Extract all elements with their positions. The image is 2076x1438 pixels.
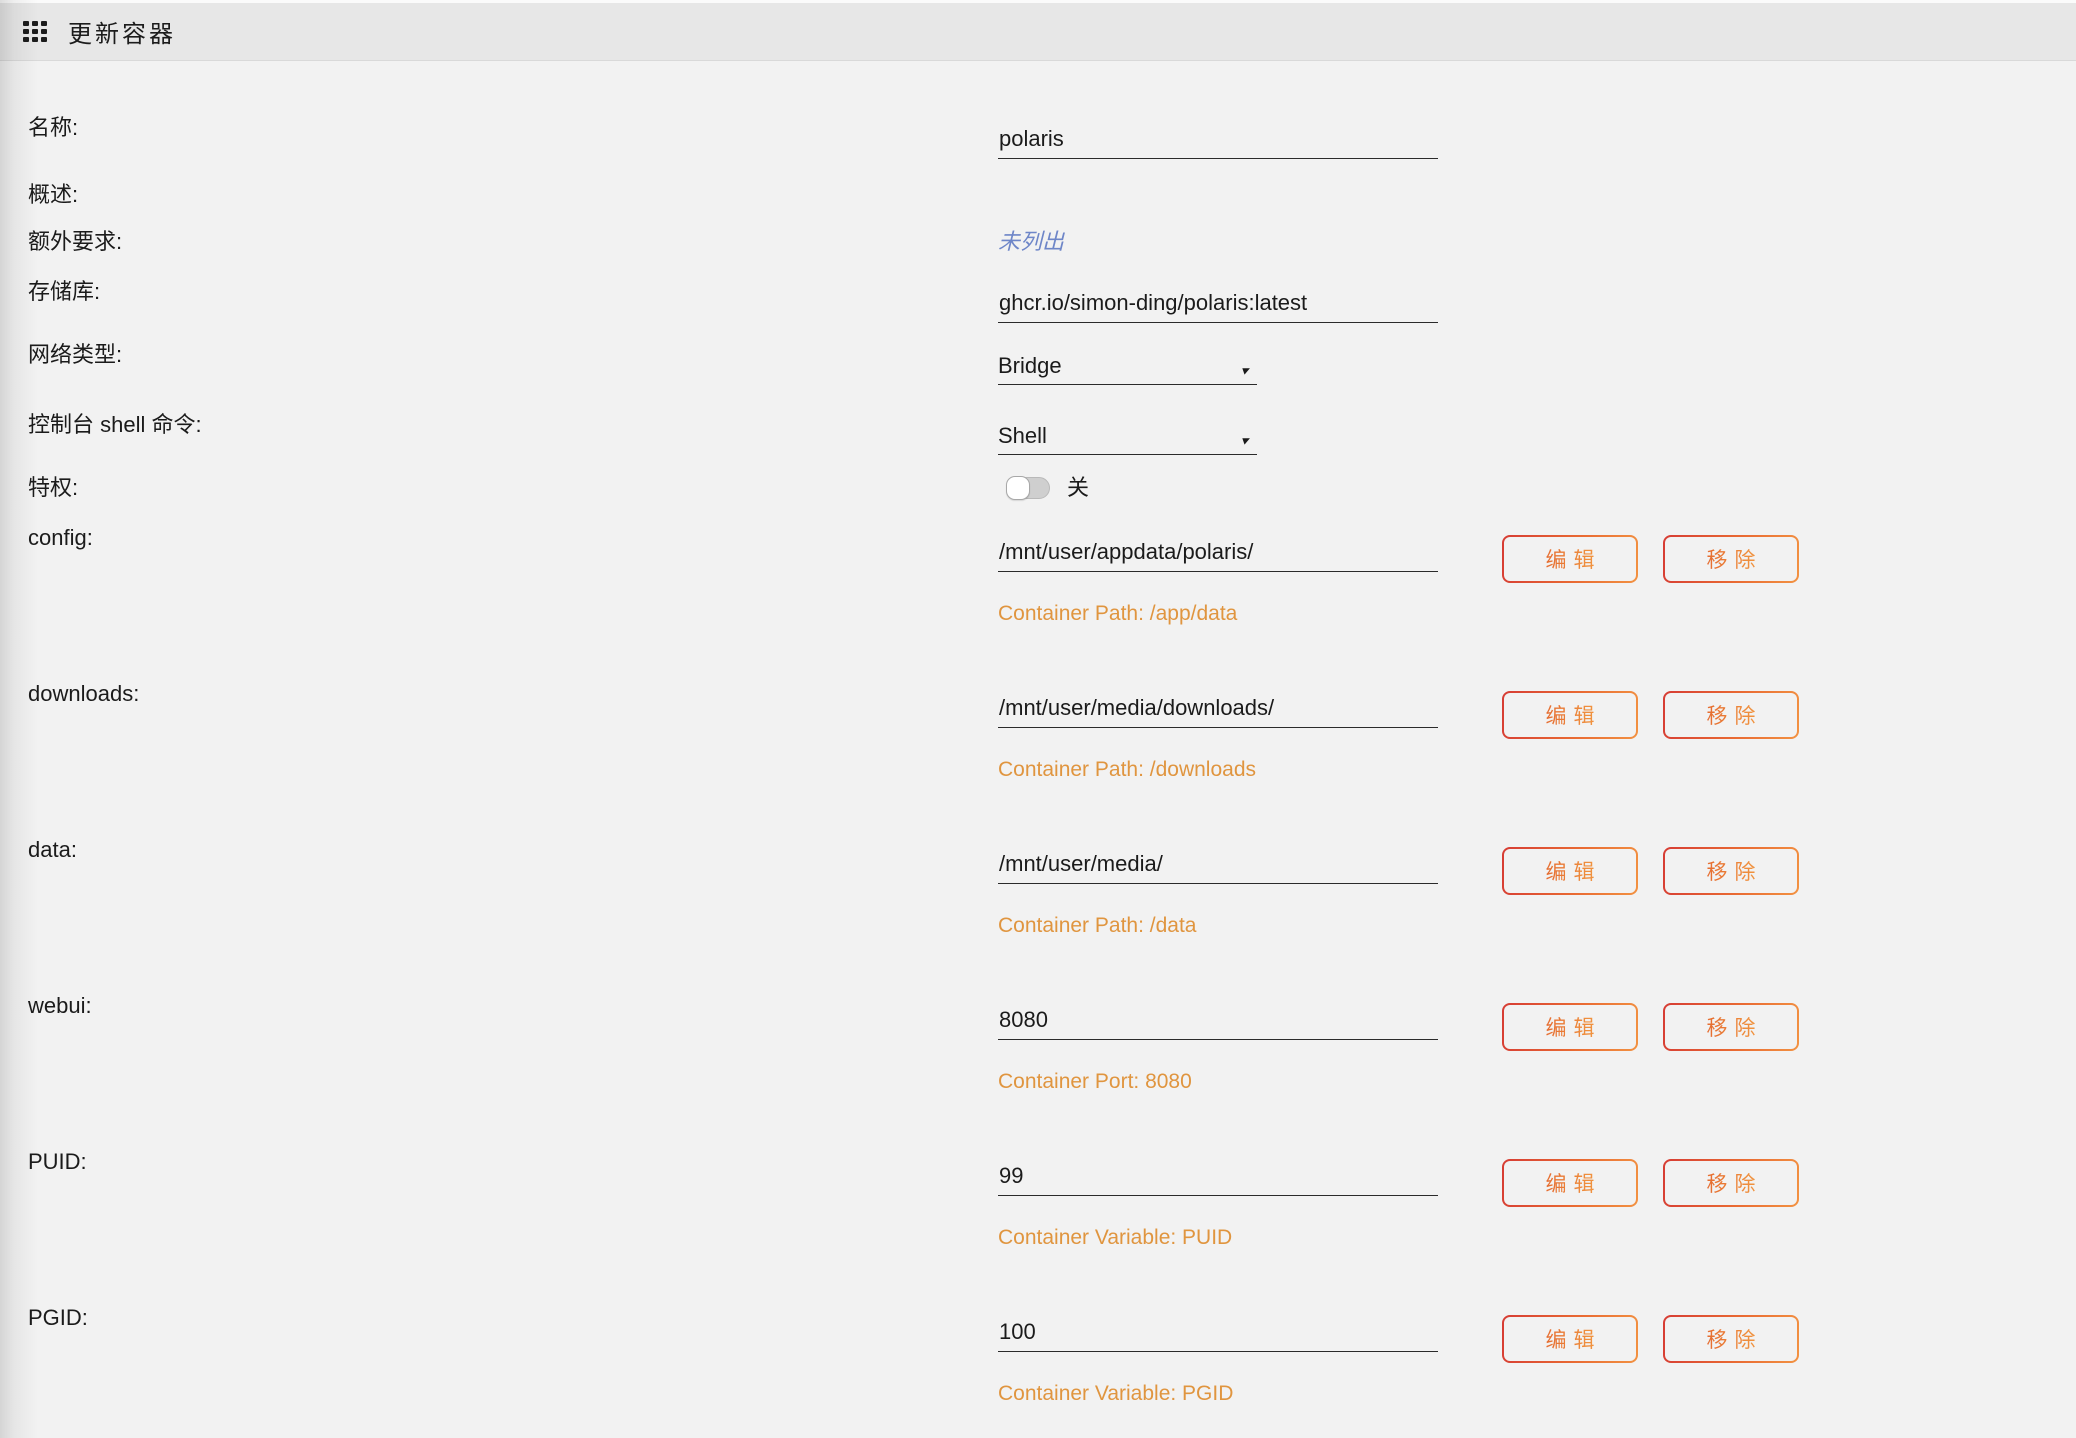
config-host-path-input[interactable] [998,537,1438,572]
edit-button[interactable]: 编辑 [1502,535,1638,583]
console-shell-row: 控制台 shell 命令: Shell ▼ [28,410,2076,455]
remove-button[interactable]: 移除 [1663,691,1799,739]
dropdown-arrow-icon: ▼ [1236,428,1255,454]
edit-button[interactable]: 编辑 [1502,1315,1638,1363]
name-input[interactable] [998,124,1438,159]
data-host-path-input[interactable] [998,849,1438,884]
downloads-host-path-input[interactable] [998,693,1438,728]
repository-label: 存储库: [28,277,998,323]
network-type-select[interactable]: Bridge ▼ [998,340,1257,385]
page-title: 更新容器 [68,14,176,49]
name-label: 名称: [28,113,998,159]
downloads-label: downloads: [28,679,998,785]
mapping-row-data: data: 编辑 移除 Container Path: /data [28,835,2076,941]
edit-button[interactable]: 编辑 [1502,1003,1638,1051]
container-port-helper: Container Port: 8080 [998,1067,1799,1097]
mapping-row-webui: webui: 编辑 移除 Container Port: 8080 [28,991,2076,1097]
container-form: 名称: 概述: 额外要求: 未列出 存储库: 网络类型: Bridge ▼ 控制 [0,113,2076,1409]
console-shell-label: 控制台 shell 命令: [28,410,998,455]
network-type-label: 网络类型: [28,340,998,385]
name-row: 名称: [28,113,2076,159]
variable-row-pgid: PGID: 编辑 移除 Container Variable: PGID [28,1303,2076,1409]
webui-label: webui: [28,991,998,1097]
network-type-row: 网络类型: Bridge ▼ [28,340,2076,385]
privileged-state-label: 关 [1067,476,1089,500]
page-header: 更新容器 [0,0,2076,61]
pgid-label: PGID: [28,1303,998,1409]
edit-button[interactable]: 编辑 [1502,1159,1638,1207]
toggle-knob [1006,476,1030,500]
remove-button[interactable]: 移除 [1663,847,1799,895]
privileged-toggle[interactable] [1006,477,1050,499]
repository-row: 存储库: [28,277,2076,323]
puid-value-input[interactable] [998,1161,1438,1196]
repository-input[interactable] [998,288,1438,323]
not-listed-link[interactable]: 未列出 [998,227,1064,257]
container-path-helper: Container Path: /downloads [998,755,1799,785]
variable-row-puid: PUID: 编辑 移除 Container Variable: PUID [28,1147,2076,1253]
console-shell-select[interactable]: Shell ▼ [998,410,1257,455]
overview-label: 概述: [28,180,998,210]
extra-requirements-row: 额外要求: 未列出 [28,227,2076,257]
privileged-row: 特权: 关 [28,473,2076,503]
webui-port-input[interactable] [998,1005,1438,1040]
edit-button[interactable]: 编辑 [1502,691,1638,739]
data-label: data: [28,835,998,941]
container-variable-helper: Container Variable: PUID [998,1223,1799,1253]
remove-button[interactable]: 移除 [1663,1003,1799,1051]
container-variable-helper: Container Variable: PGID [998,1379,1799,1409]
edit-button[interactable]: 编辑 [1502,847,1638,895]
pgid-value-input[interactable] [998,1317,1438,1352]
console-shell-value: Shell [998,423,1047,448]
remove-button[interactable]: 移除 [1663,535,1799,583]
extra-requirements-label: 额外要求: [28,227,998,257]
mapping-row-config: config: 编辑 移除 Container Path: /app/data [28,523,2076,629]
container-path-helper: Container Path: /data [998,911,1799,941]
dropdown-arrow-icon: ▼ [1236,358,1255,384]
network-type-value: Bridge [998,353,1062,378]
remove-button[interactable]: 移除 [1663,1159,1799,1207]
overview-row: 概述: [28,180,2076,210]
container-path-helper: Container Path: /app/data [998,599,1799,629]
update-container-page: 更新容器 名称: 概述: 额外要求: 未列出 存储库: 网络类型: Bridge… [0,0,2076,1438]
puid-label: PUID: [28,1147,998,1253]
privileged-label: 特权: [28,473,998,503]
remove-button[interactable]: 移除 [1663,1315,1799,1363]
config-label: config: [28,523,998,629]
mapping-row-downloads: downloads: 编辑 移除 Container Path: /downlo… [28,679,2076,785]
apps-grid-icon [23,21,48,43]
